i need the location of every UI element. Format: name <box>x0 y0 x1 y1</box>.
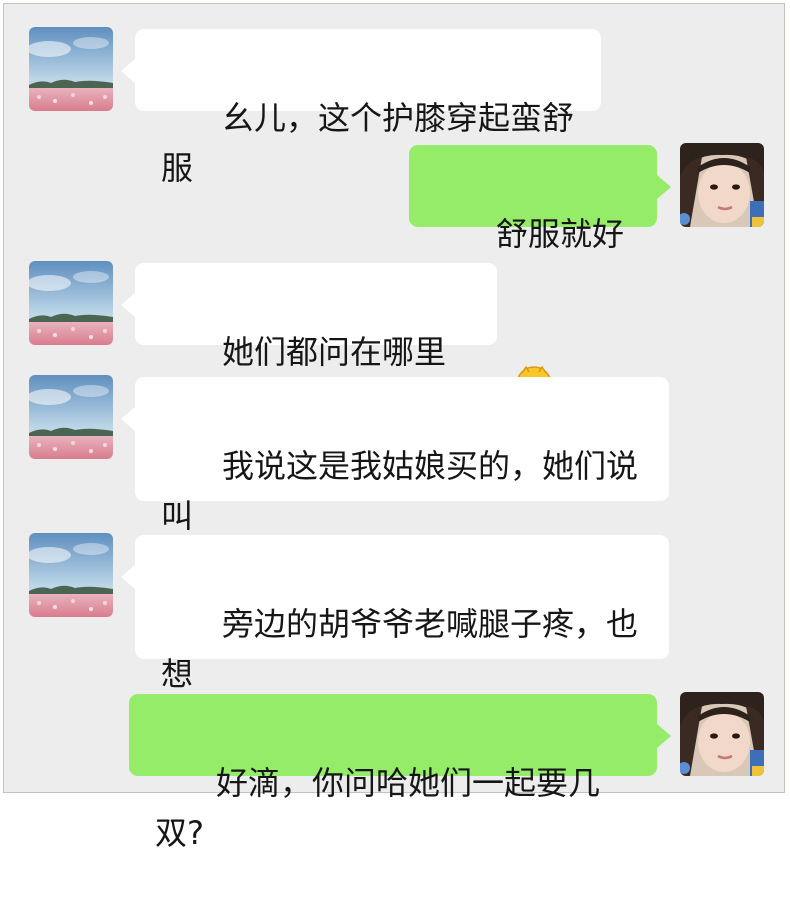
landscape-avatar-icon[interactable] <box>29 27 113 111</box>
girl-avatar-icon[interactable] <box>680 143 764 227</box>
message-text: 好滴，你问哈她们一起要几双? <box>155 764 601 852</box>
message-bubble[interactable]: 旁边的胡爷爷老喊腿子疼，也想 买一双 <box>121 535 669 743</box>
landscape-avatar-icon[interactable] <box>29 261 113 345</box>
message-bubble[interactable]: 舒服就好 <box>409 145 671 402</box>
message-bubble[interactable]: 我说这是我姑娘买的，她们说叫 你帮她们也买一双，都要 <box>121 377 669 585</box>
message-bubble[interactable]: 好滴，你问哈她们一起要几双? <box>129 694 671 852</box>
girl-avatar-icon[interactable] <box>680 692 764 776</box>
message-bubble[interactable]: 幺儿，这个护膝穿起蛮舒服 <box>121 29 601 187</box>
chat-window: 幺儿，这个护膝穿起蛮舒服 舒服就好 她们都问在哪里 我说这是我姑娘买的，她们说叫… <box>3 3 785 852</box>
landscape-avatar-icon[interactable] <box>29 533 113 617</box>
grinning-face-icon <box>514 263 554 402</box>
message-bubble[interactable]: 她们都问在哪里买的 <box>121 263 497 421</box>
landscape-avatar-icon[interactable] <box>29 375 113 459</box>
message-text: 舒服就好 <box>496 215 625 253</box>
